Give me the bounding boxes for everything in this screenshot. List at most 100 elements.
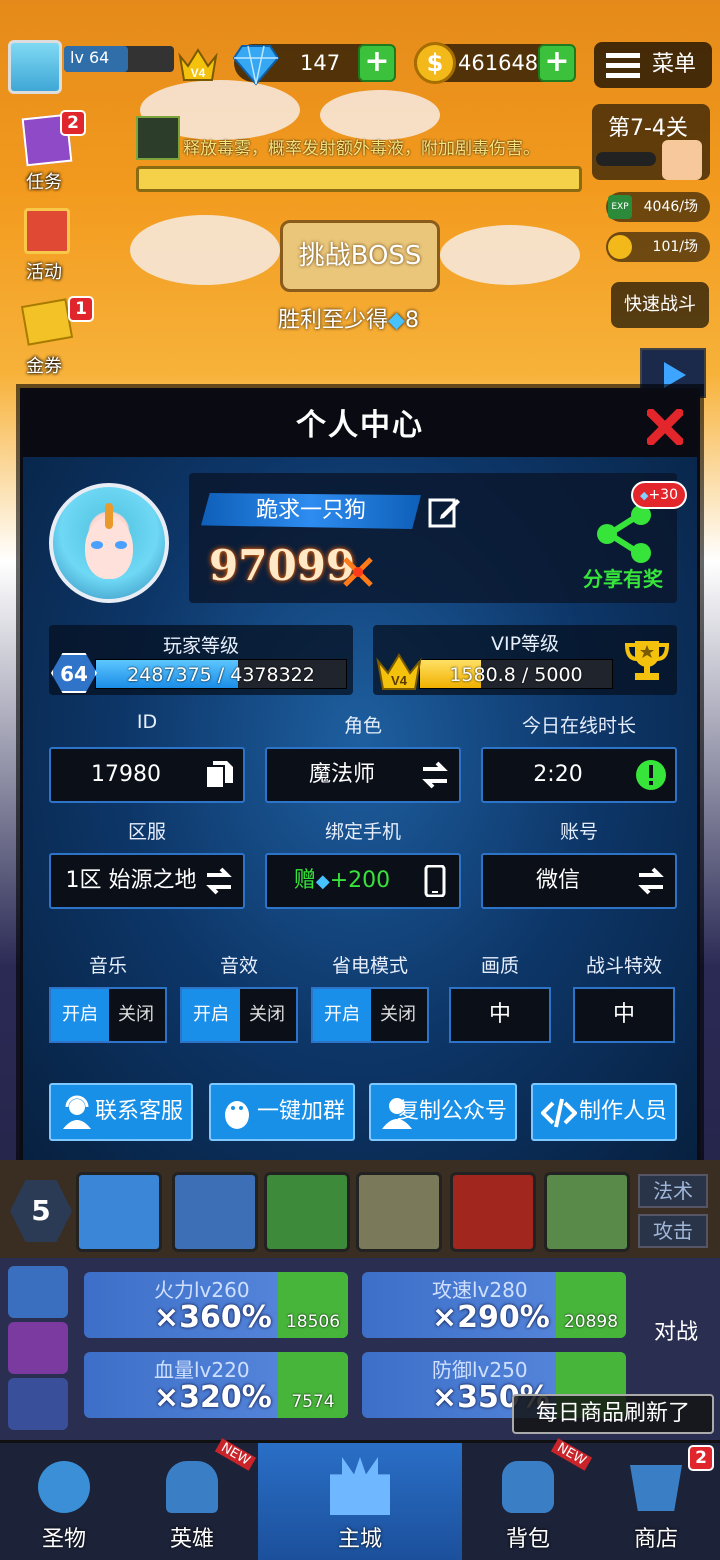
backpack-icon — [502, 1461, 554, 1513]
music-toggle[interactable]: 开启 关闭 — [49, 987, 167, 1043]
boss-portrait — [662, 140, 702, 180]
power-save-on-option[interactable]: 开启 — [313, 989, 371, 1041]
music-on-option[interactable]: 开启 — [51, 989, 109, 1041]
menu-button[interactable]: 菜单 — [594, 42, 712, 88]
diamond-icon: ◆ — [315, 871, 330, 892]
castle-icon — [330, 1457, 390, 1515]
share-bonus-text: +30 — [648, 487, 678, 503]
headset-user-icon — [63, 1095, 91, 1129]
upgrade-attack-speed[interactable]: 攻速lv280 ×290% 20898 — [362, 1272, 626, 1338]
gift-box-icon — [24, 208, 70, 254]
add-gems-button[interactable]: + — [358, 44, 396, 82]
info-alert-icon[interactable] — [635, 759, 667, 791]
share-bonus-badge: ◆+30 — [631, 481, 687, 509]
skill-slot[interactable] — [264, 1172, 350, 1252]
credits-button[interactable]: 制作人员 — [531, 1083, 677, 1141]
phone-reward: 赠◆+200 — [267, 855, 417, 908]
nav-main-city[interactable]: 主城 — [258, 1443, 462, 1560]
vortex-tab-icon[interactable] — [8, 1322, 68, 1374]
sfx-toggle[interactable]: 开启 关闭 — [180, 987, 298, 1043]
sfx-on-option[interactable]: 开启 — [182, 989, 240, 1041]
level-hex-badge: 64 — [51, 653, 97, 693]
gold-rate-text: 101/场 — [652, 239, 698, 255]
server-field[interactable]: 1区 始源之地 — [49, 853, 245, 909]
nav-shop[interactable]: 2 商店 — [592, 1443, 720, 1560]
power-save-off-option[interactable]: 关闭 — [369, 989, 427, 1041]
account-field[interactable]: 微信 — [481, 853, 677, 909]
phone-reward-value: +200 — [329, 868, 391, 893]
role-field[interactable]: 魔法师 — [265, 747, 461, 803]
upgrade-cost[interactable]: 20898 — [556, 1272, 626, 1338]
player-avatar[interactable] — [49, 483, 169, 603]
switch-arrows-icon[interactable] — [203, 865, 235, 897]
svg-text:V4: V4 — [191, 66, 206, 80]
menu-label: 菜单 — [651, 52, 696, 77]
phone-icon[interactable] — [419, 865, 451, 897]
share-label[interactable]: 分享有奖 — [583, 563, 663, 592]
vip-crown-icon: V4 — [376, 653, 422, 690]
quality-label: 画质 — [480, 955, 519, 977]
dialog-header: 个人中心 — [23, 391, 697, 457]
edit-name-icon[interactable] — [427, 495, 461, 529]
add-gold-button[interactable]: + — [538, 44, 576, 82]
nav-label: 圣物 — [41, 1527, 86, 1552]
vip-crown-icon: V4 — [178, 48, 218, 81]
fast-battle-button[interactable]: 快速战斗 — [611, 282, 709, 328]
battle-fx-select[interactable]: 中 — [573, 987, 675, 1043]
side-item-label: 活动 — [26, 262, 62, 283]
sfx-off-option[interactable]: 关闭 — [238, 989, 296, 1041]
upgrade-title: 防御lv250 — [432, 1358, 528, 1382]
power-save-toggle[interactable]: 开启 关闭 — [311, 987, 429, 1043]
side-item-vouchers[interactable]: 1 金券 — [8, 294, 94, 378]
gold-coin-icon — [608, 235, 632, 259]
versus-button[interactable]: 对战 — [640, 1282, 712, 1345]
join-group-button[interactable]: 一键加群 — [209, 1083, 355, 1141]
penguin-icon — [225, 1101, 249, 1129]
skill-slot[interactable] — [450, 1172, 536, 1252]
online-time-value: 2:20 — [533, 762, 583, 787]
exp-icon: EXP — [608, 195, 632, 219]
shop-badge: 2 — [688, 1445, 714, 1471]
upgrade-cost[interactable]: 18506 — [278, 1272, 348, 1338]
skill-slot[interactable] — [76, 1172, 162, 1252]
skill-slot[interactable] — [356, 1172, 442, 1252]
crossed-swords-icon — [343, 557, 373, 587]
user-icon — [382, 1098, 412, 1129]
copy-official-account-button[interactable]: 复制公众号 — [369, 1083, 517, 1141]
nav-heroes[interactable]: NEW 英雄 — [128, 1438, 256, 1560]
nav-bag[interactable]: NEW 背包 — [464, 1438, 592, 1560]
nav-relics[interactable]: 圣物 — [0, 1443, 128, 1560]
bind-phone-field[interactable]: 赠◆+200 — [265, 853, 461, 909]
account-label: 账号 — [559, 821, 598, 843]
upgrade-hp[interactable]: 血量lv220 ×320% 7574 — [84, 1352, 348, 1418]
trophy-icon[interactable] — [623, 637, 671, 685]
challenge-boss-button[interactable]: 挑战BOSS — [280, 220, 440, 292]
side-item-events[interactable]: 活动 — [8, 200, 88, 284]
upgrade-cost[interactable]: 7574 — [278, 1352, 348, 1418]
avatar-eye — [115, 541, 127, 549]
contact-support-button[interactable]: 联系客服 — [49, 1083, 193, 1141]
upgrade-firepower[interactable]: 火力lv260 ×360% 18506 — [84, 1272, 348, 1338]
quality-select[interactable]: 中 — [449, 987, 551, 1043]
win-reward-amount: 8 — [404, 308, 419, 333]
close-icon[interactable] — [647, 409, 683, 445]
gold-tab-icon[interactable] — [8, 1266, 68, 1318]
action-label: 联系客服 — [94, 1099, 183, 1124]
skill-slot[interactable] — [544, 1172, 630, 1252]
side-item-tasks[interactable]: 2 任务 — [8, 110, 88, 194]
share-icon[interactable] — [593, 503, 655, 565]
skill-tip-bar — [136, 166, 582, 192]
gold-coin-icon: $ — [414, 42, 456, 84]
player-avatar-small[interactable] — [8, 40, 62, 94]
exp-rate: EXP 4046/场 — [606, 192, 710, 222]
skill-slot[interactable] — [172, 1172, 258, 1252]
tab-attack[interactable]: 攻击 — [638, 1214, 708, 1248]
copy-icon[interactable] — [203, 759, 235, 791]
switch-arrows-icon[interactable] — [419, 759, 451, 791]
star-tab-icon[interactable] — [8, 1378, 68, 1430]
switch-arrows-icon[interactable] — [635, 865, 667, 897]
tab-spells[interactable]: 法术 — [638, 1174, 708, 1208]
stage-box[interactable]: 第7-4关 — [592, 104, 710, 180]
dialog-title: 个人中心 — [296, 408, 424, 443]
music-off-option[interactable]: 关闭 — [107, 989, 165, 1041]
